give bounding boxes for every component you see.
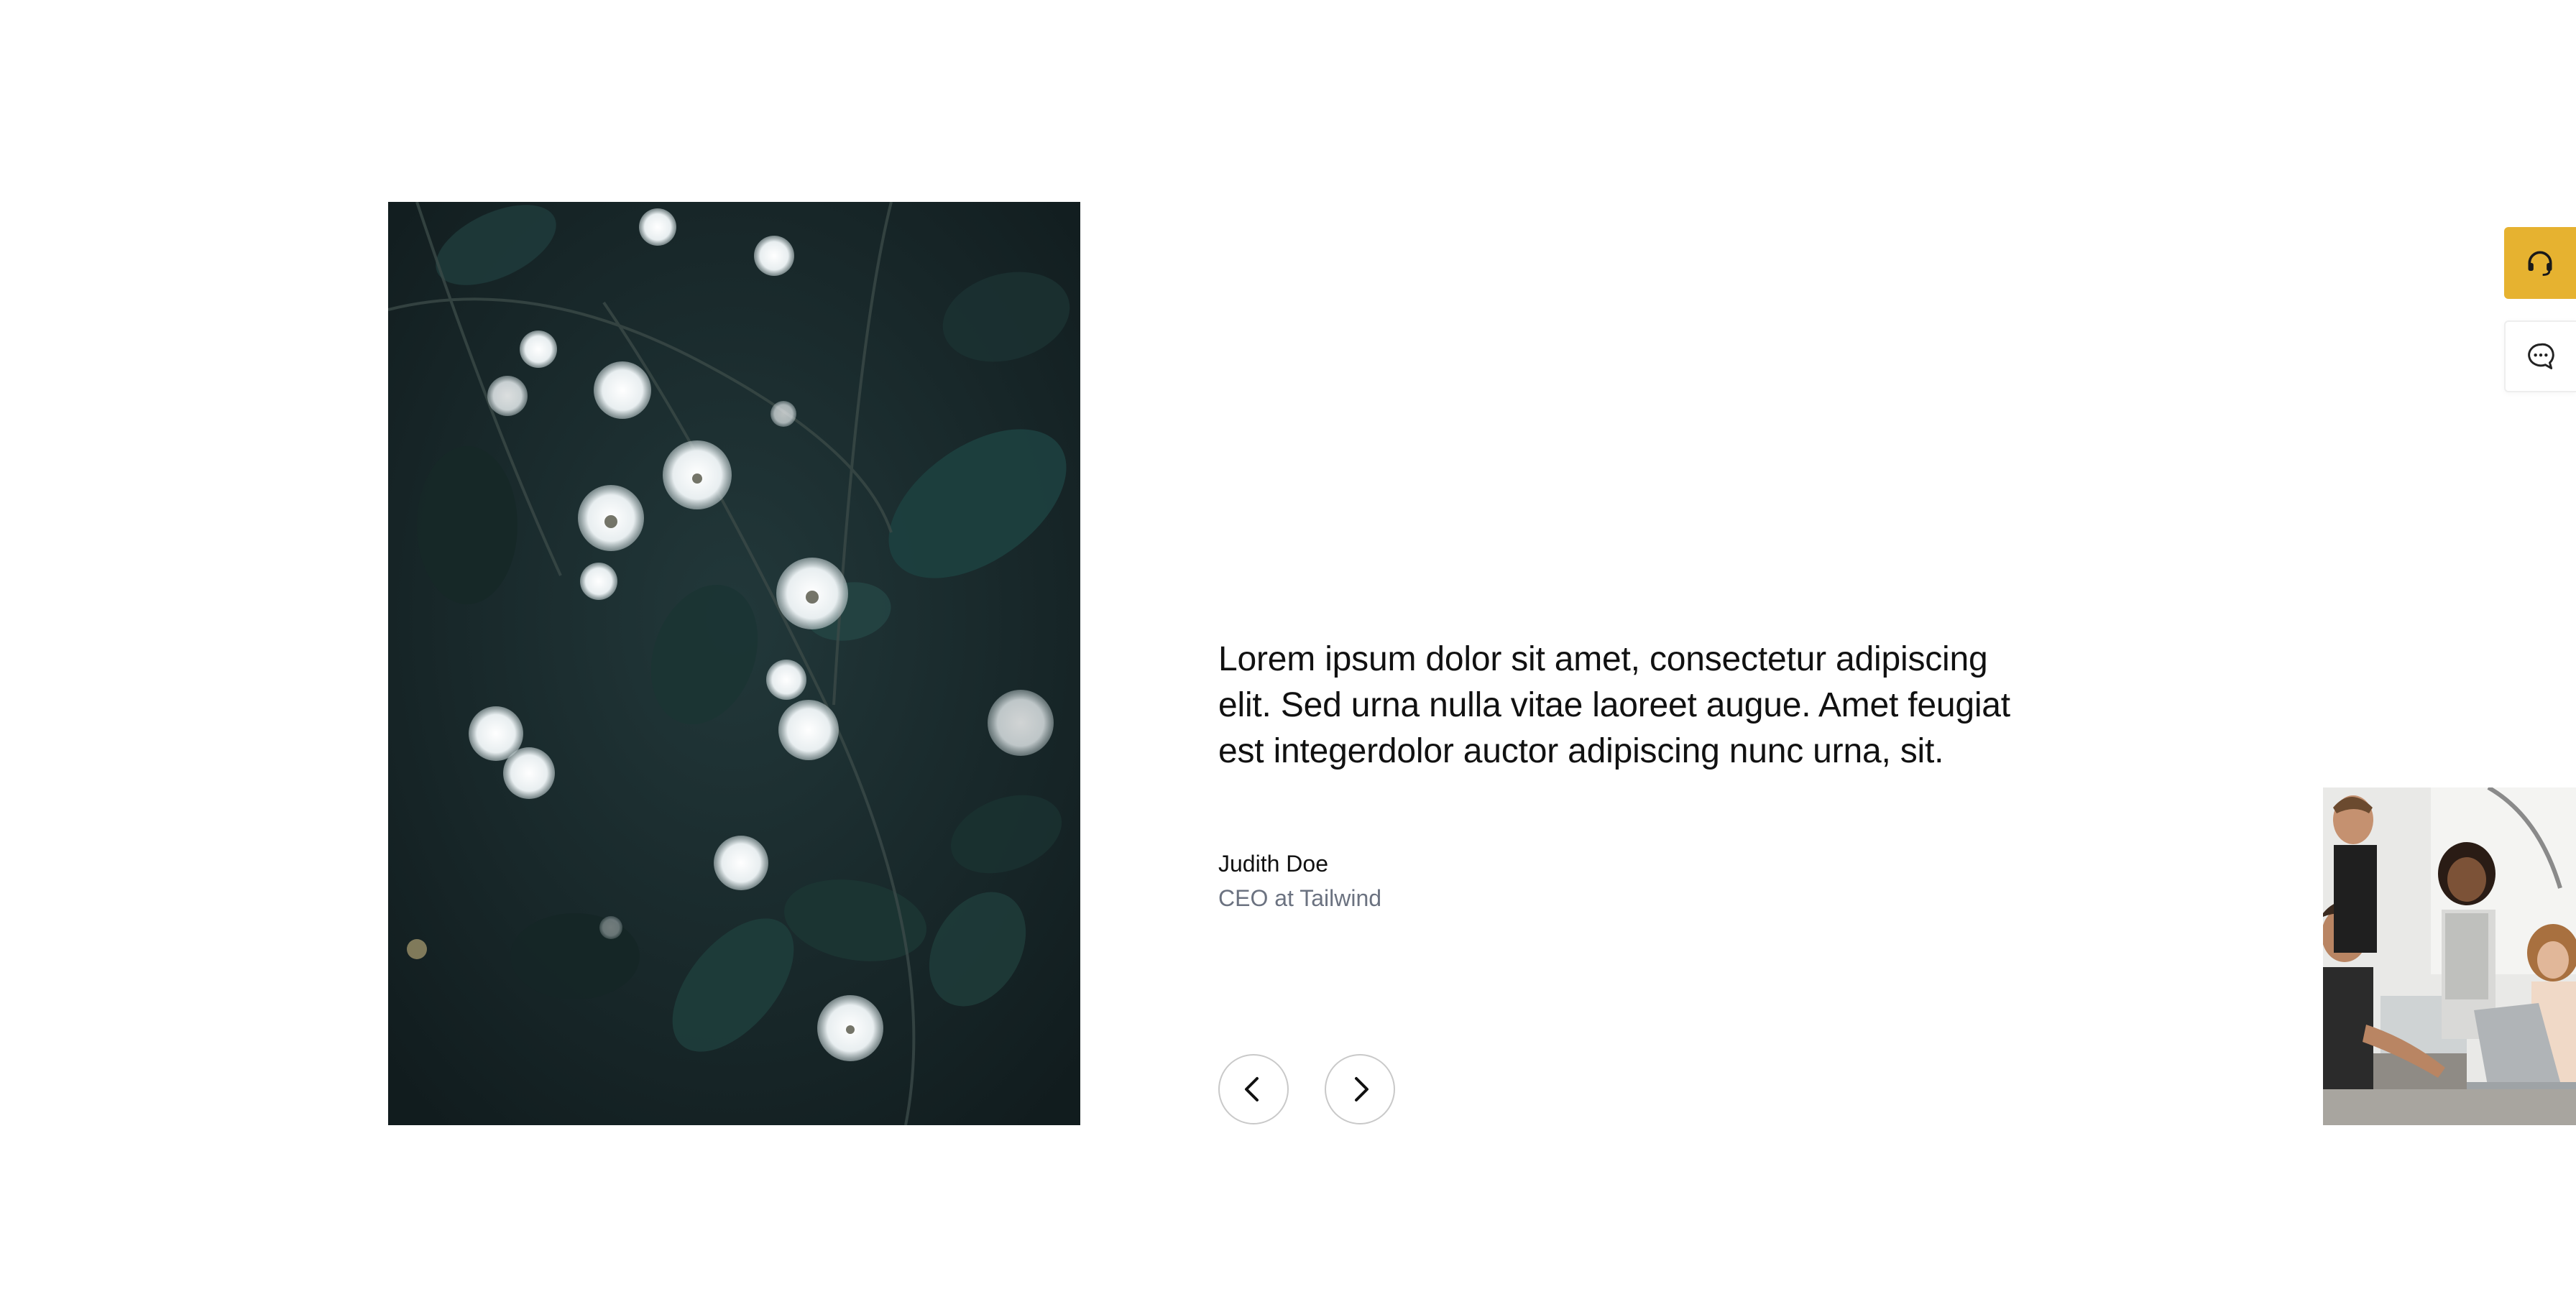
next-button[interactable] bbox=[1325, 1054, 1395, 1124]
headset-icon bbox=[2528, 251, 2552, 276]
testimonial-section: Lorem ipsum dolor sit amet, consectetur … bbox=[0, 0, 2576, 1289]
chat-button[interactable] bbox=[2504, 320, 2576, 392]
chevron-left-icon bbox=[1245, 1077, 1259, 1101]
author-role: CEO at Tailwind bbox=[1218, 885, 1382, 911]
author-name: Judith Doe bbox=[1218, 851, 1328, 877]
support-button[interactable] bbox=[2504, 227, 2576, 299]
testimonial-photo bbox=[388, 202, 1080, 1125]
previous-button[interactable] bbox=[1218, 1054, 1289, 1124]
team-photo-icon bbox=[2323, 787, 2576, 1125]
next-slide-preview[interactable] bbox=[2323, 787, 2576, 1125]
testimonial-quote: Lorem ipsum dolor sit amet, consectetur … bbox=[1218, 640, 2010, 770]
chat-bubble-icon bbox=[2528, 343, 2554, 369]
chevron-right-icon bbox=[1355, 1077, 1368, 1101]
flowers-photo-icon bbox=[388, 202, 1080, 1125]
